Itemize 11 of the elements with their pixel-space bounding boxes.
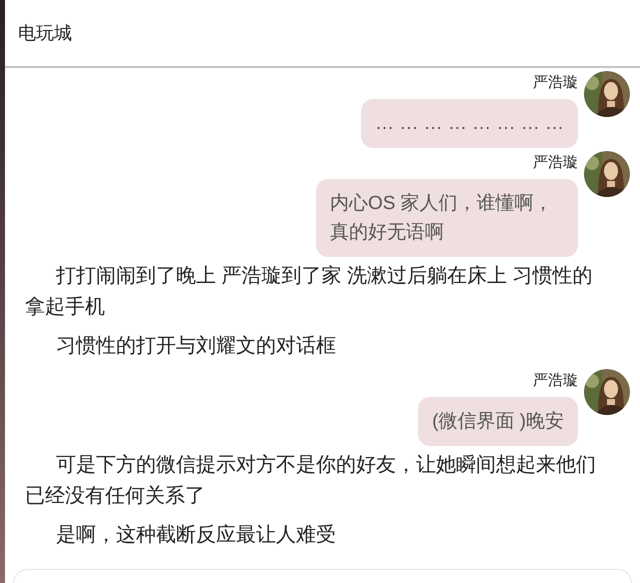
message-bubble: 内心OS 家人们，谁懂啊，真的好无语啊 — [316, 179, 578, 257]
message-bubble: (微信界面 )晚安 — [418, 397, 578, 446]
sender-name: 严浩璇 — [533, 153, 578, 173]
sender-name: 严浩璇 — [533, 371, 578, 391]
page-title: 电玩城 — [18, 22, 72, 44]
narration-text: 习惯性的打开与刘耀文的对话框 — [55, 334, 337, 359]
narration-text: 打打闹闹到了晚上 严浩璇到了家 洗漱过后躺在床上 习惯性的拿起手机 — [24, 264, 594, 320]
sender-name: 严浩璇 — [533, 73, 578, 93]
message-bubble: … … … … … … … … — [361, 99, 578, 148]
narration-text: 是啊，这种截断反应最让人难受 — [55, 523, 337, 548]
narration-text: 可是下方的微信提示对方不是你的好友，让她瞬间想起来他们已经没有任何关系了 — [24, 453, 597, 509]
